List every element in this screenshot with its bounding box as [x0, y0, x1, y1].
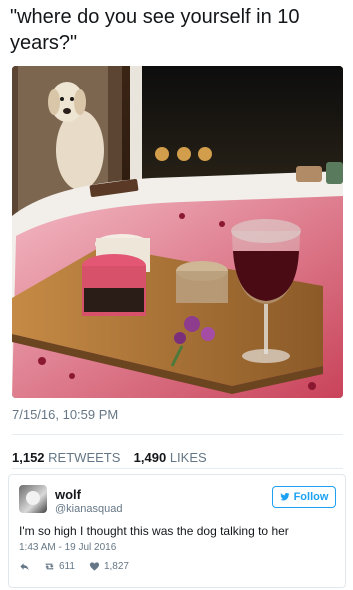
avatar[interactable]: [19, 485, 47, 513]
retweets-count[interactable]: 1,152: [12, 450, 45, 465]
heart-icon: [89, 562, 100, 571]
tweet-timestamp[interactable]: 7/15/16, 10:59 PM: [12, 407, 118, 422]
tweet-photo[interactable]: [12, 66, 343, 398]
reply-author-handle[interactable]: @kianasquad: [55, 503, 122, 515]
follow-label: Follow: [293, 491, 329, 503]
retweet-count: 611: [59, 561, 75, 572]
reply-text: I'm so high I thought this was the dog t…: [19, 524, 289, 538]
like-button[interactable]: 1,827: [89, 561, 129, 572]
likes-label[interactable]: LIKES: [170, 450, 207, 465]
follow-button[interactable]: Follow: [272, 486, 336, 508]
reply-author-name[interactable]: wolf: [55, 487, 81, 502]
like-count: 1,827: [103, 561, 129, 572]
retweet-button[interactable]: 611: [44, 561, 75, 572]
likes-count[interactable]: 1,490: [134, 450, 167, 465]
retweets-label[interactable]: RETWEETS: [48, 450, 120, 465]
reply-arrow-icon: [20, 563, 29, 571]
reply-timestamp[interactable]: 1:43 AM - 19 Jul 2016: [19, 542, 116, 553]
retweet-icon: [45, 563, 54, 570]
tweet-text: "where do you see yourself in 10 years?": [10, 6, 300, 54]
engagement-stats: 1,152 RETWEETS 1,490 LIKES: [12, 450, 207, 465]
reply-actions: 611 1,827: [19, 561, 129, 572]
photo-illustration: [12, 66, 343, 398]
reply-button[interactable]: [19, 561, 30, 572]
divider: [12, 434, 343, 435]
reply-tweet-card[interactable]: wolf @kianasquad Follow I'm so high I th…: [8, 474, 346, 588]
divider: [12, 468, 343, 469]
twitter-bird-icon: [279, 493, 290, 501]
